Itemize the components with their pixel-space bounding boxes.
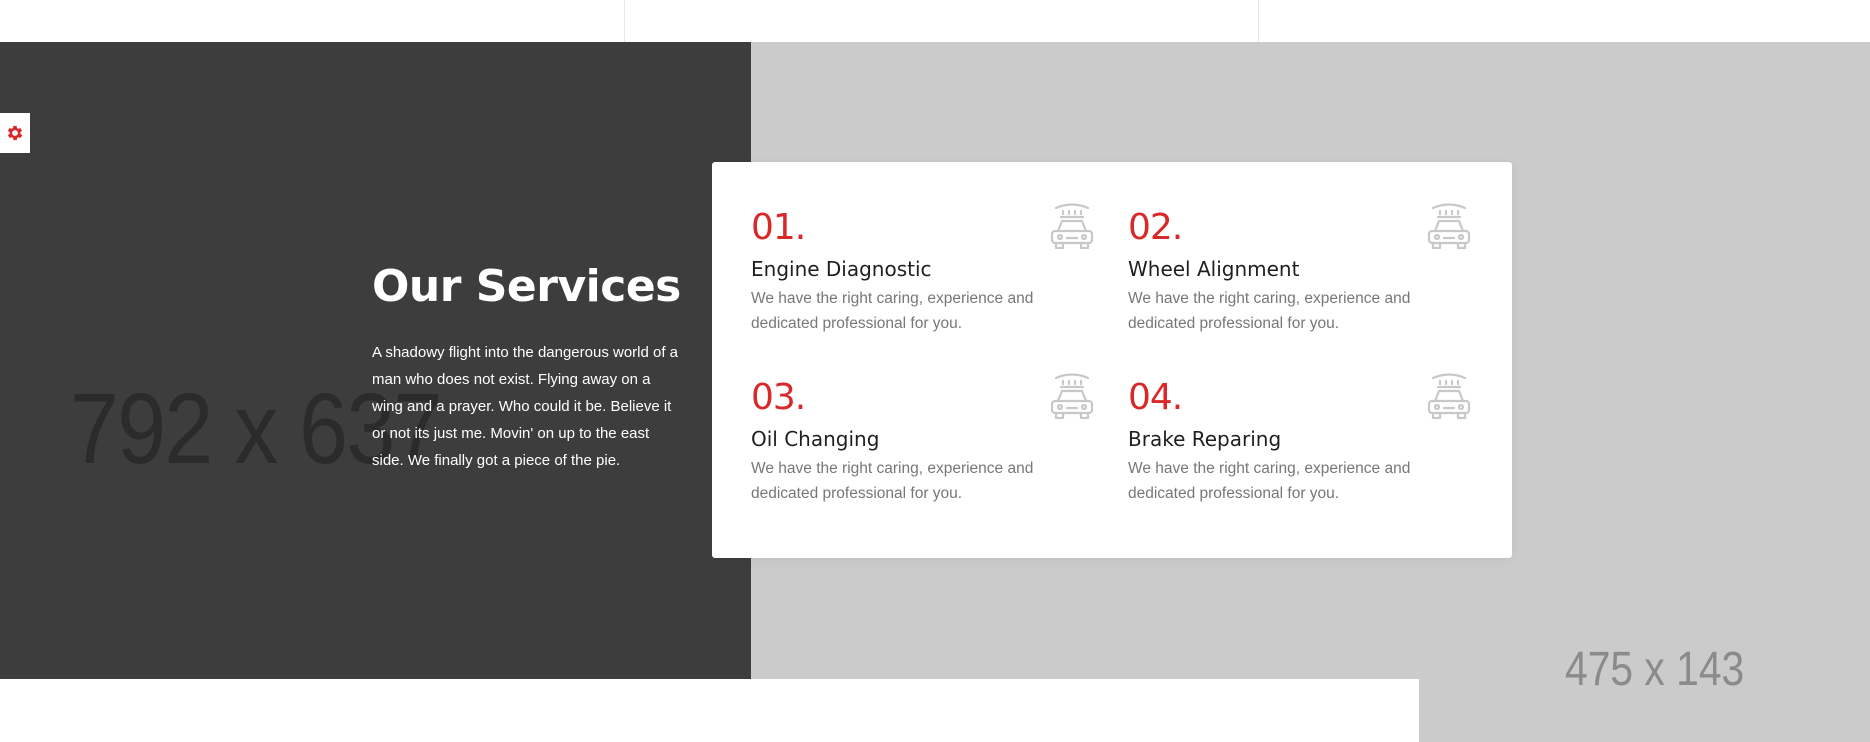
service-description: We have the right caring, experience and… bbox=[751, 460, 1034, 502]
service-item-wheel-alignment[interactable]: 02. Wheel Alignment We have the right ca… bbox=[1128, 203, 1473, 336]
top-divider bbox=[1258, 0, 1259, 42]
service-item-engine-diagnostic[interactable]: 01. Engine Diagnostic We have the right … bbox=[751, 203, 1096, 336]
service-number: 04. bbox=[1128, 377, 1183, 418]
service-title: Brake Reparing bbox=[1128, 427, 1282, 451]
car-wash-icon bbox=[1427, 373, 1471, 420]
car-wash-icon bbox=[1427, 203, 1471, 250]
service-title: Oil Changing bbox=[751, 427, 880, 451]
section-description: A shadowy flight into the dangerous worl… bbox=[372, 344, 679, 469]
gear-icon bbox=[7, 125, 23, 141]
car-wash-icon bbox=[1050, 203, 1094, 250]
services-intro: Our Services A shadowy flight into the d… bbox=[372, 257, 682, 474]
service-description: We have the right caring, experience and… bbox=[1128, 460, 1411, 502]
top-divider bbox=[624, 0, 625, 42]
service-title: Engine Diagnostic bbox=[751, 257, 932, 281]
top-strip bbox=[0, 0, 1870, 42]
section-title: Our Services bbox=[372, 261, 681, 312]
service-number: 02. bbox=[1128, 207, 1183, 248]
service-number: 03. bbox=[751, 377, 806, 418]
settings-toggle-button[interactable] bbox=[0, 113, 30, 153]
service-description: We have the right caring, experience and… bbox=[1128, 290, 1411, 332]
car-wash-icon bbox=[1050, 373, 1094, 420]
placeholder-size-label: 475 x 143 bbox=[1565, 643, 1745, 696]
service-description: We have the right caring, experience and… bbox=[751, 290, 1034, 332]
services-card: 01. Engine Diagnostic We have the right … bbox=[712, 162, 1512, 558]
service-number: 01. bbox=[751, 207, 806, 248]
service-item-brake-reparing[interactable]: 04. Brake Reparing We have the right car… bbox=[1128, 373, 1473, 506]
service-title: Wheel Alignment bbox=[1128, 257, 1300, 281]
service-item-oil-changing[interactable]: 03. Oil Changing We have the right carin… bbox=[751, 373, 1096, 506]
